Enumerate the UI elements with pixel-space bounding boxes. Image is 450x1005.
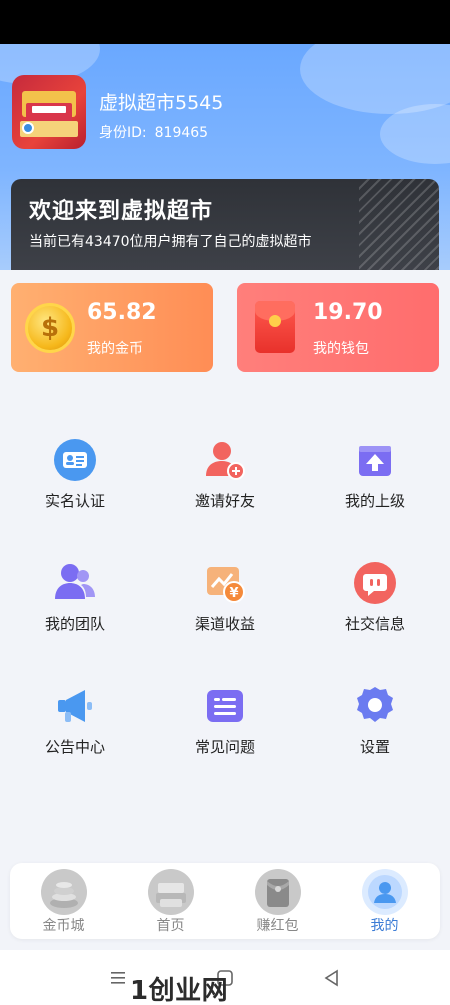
wallet-value: 19.70 [313,300,383,325]
coin-city-icon [41,869,87,915]
menu-item-social[interactable]: 社交信息 [300,561,450,641]
banner-title: 欢迎来到虚拟超市 [29,199,214,224]
menu-item-announcements[interactable]: 公告中心 [0,684,150,764]
chat-icon [354,562,396,604]
svg-text:¥: ¥ [229,586,238,601]
menu-item-label: 实名认证 [44,492,105,510]
gold-card[interactable]: $ 65.82 我的金币 [11,283,213,372]
menu-item-label: 我的团队 [44,615,105,633]
tab-red-packet[interactable]: 赚红包 [224,863,331,939]
tab-coin-city[interactable]: 金币城 [10,863,117,939]
faq-icon [207,690,243,722]
tab-label: 首页 [156,918,185,934]
bottom-tab-bar: 金币城 首页 赚红包 我的 [10,863,440,939]
menu-item-superior[interactable]: 我的上级 [300,438,450,518]
menu-item-faq[interactable]: 常见问题 [150,684,300,764]
add-user-icon [206,442,245,480]
menu-item-label: 设置 [359,738,390,756]
gold-label: 我的金币 [87,341,143,357]
tab-home[interactable]: 首页 [117,863,224,939]
tab-label: 赚红包 [256,918,299,934]
gear-icon [357,687,393,722]
red-packet-icon [255,869,301,915]
wallet-card[interactable]: 19.70 我的钱包 [237,283,439,372]
welcome-banner: 欢迎来到虚拟超市 当前已有43470位用户拥有了自己的虚拟超市 [11,179,439,271]
menu-item-label: 渠道收益 [194,615,255,633]
menu-item-label: 公告中心 [44,738,105,756]
menu-item-label: 常见问题 [194,738,255,756]
banner-subtitle: 当前已有43470位用户拥有了自己的虚拟超市 [29,234,312,250]
menu-item-verify[interactable]: 实名认证 [0,438,150,518]
profile-header: 虚拟超市5545 身份ID: 819465 欢迎来到虚拟超市 当前已有43470位… [0,44,450,274]
menu-item-label: 社交信息 [344,615,405,633]
menu-item-earnings[interactable]: ¥ 渠道收益 [150,561,300,641]
menu-nav-icon[interactable] [108,968,128,988]
upload-box-icon [359,446,391,476]
store-avatar[interactable] [12,75,86,149]
gold-coin-icon: $ [25,303,75,353]
profile-icon [362,869,408,915]
id-card-icon [54,439,96,481]
team-icon [55,564,95,599]
main-content: $ 65.82 我的金币 19.70 我的钱包 实名认证 邀请好友 我的上级 我… [0,270,450,950]
menu-item-label: 邀请好友 [194,492,255,510]
gold-value: 65.82 [87,300,157,325]
store-id: 身份ID: 819465 [99,122,208,142]
tab-label: 金币城 [42,918,85,934]
stripe-decoration [359,179,439,271]
store-name: 虚拟超市5545 [99,92,224,114]
menu-item-label: 我的上级 [344,492,405,510]
menu-item-team[interactable]: 我的团队 [0,561,150,641]
watermark-text: 1创业网www.cywz1.com [130,976,229,1005]
menu-item-settings[interactable]: 设置 [300,684,450,764]
menu-item-invite[interactable]: 邀请好友 [150,438,300,518]
status-bar [0,0,450,44]
tab-profile[interactable]: 我的 [331,863,438,939]
id-label: 身份ID: [99,125,147,141]
megaphone-icon [58,690,92,722]
earnings-icon: ¥ [207,567,245,603]
red-envelope-icon [255,301,295,353]
home-icon [148,869,194,915]
tab-label: 我的 [370,918,399,934]
wallet-label: 我的钱包 [313,341,369,357]
id-value: 819465 [154,125,209,141]
